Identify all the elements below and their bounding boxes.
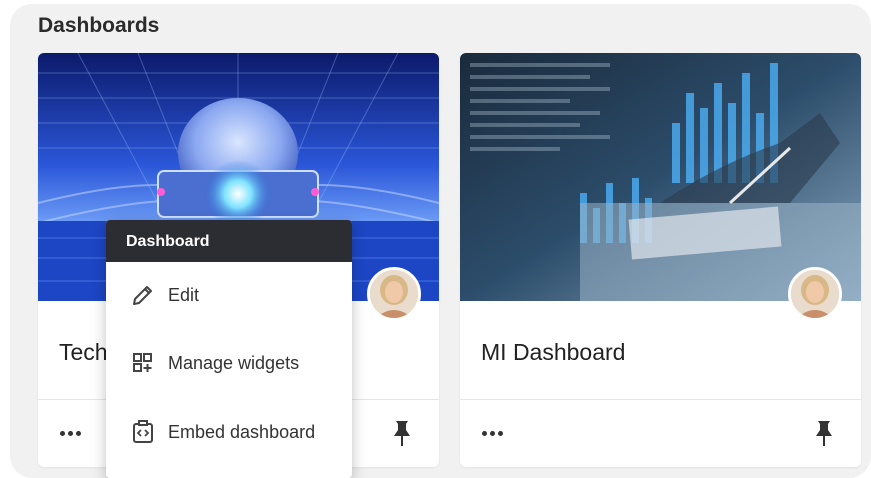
menu-item-edit[interactable]: Edit [106,270,352,320]
ellipsis-icon [60,430,65,436]
menu-item-label: Edit [168,284,200,305]
menu-item-label: Manage widgets [168,352,300,373]
menu-item-label: Embed dashboard [168,421,316,442]
card-title[interactable]: Tech [59,339,108,366]
pin-button[interactable] [391,419,413,449]
owner-avatar[interactable] [367,267,421,321]
ellipsis-icon [490,430,495,436]
card-divider [460,399,861,400]
menu-item-manage-widgets[interactable]: Manage widgets [106,338,352,388]
embed-icon [133,420,153,443]
avatar-image [791,270,839,318]
card-title[interactable]: MI Dashboard [481,339,625,366]
widgets-icon [133,353,152,372]
ellipsis-icon [68,430,73,436]
ellipsis-icon [482,430,487,436]
pencil-icon [133,286,152,305]
card-thumbnail[interactable] [460,53,861,301]
pin-button[interactable] [813,419,835,449]
pin-icon [816,421,832,446]
section-title: Dashboards [38,14,160,37]
mi-thumbnail-image [460,53,861,301]
pin-icon [394,421,410,446]
avatar-image [370,270,418,318]
owner-avatar[interactable] [788,267,842,321]
dashboard-card[interactable]: MI Dashboard [460,53,861,467]
menu-header: Dashboard [106,220,352,262]
more-options-button[interactable] [482,419,516,447]
ellipsis-icon [498,430,503,436]
more-options-button[interactable] [60,419,94,447]
ellipsis-icon [76,430,81,436]
dashboard-context-menu: Dashboard Edit Manage widgets Embed dash… [106,220,352,478]
menu-item-embed-dashboard[interactable]: Embed dashboard [106,407,352,457]
